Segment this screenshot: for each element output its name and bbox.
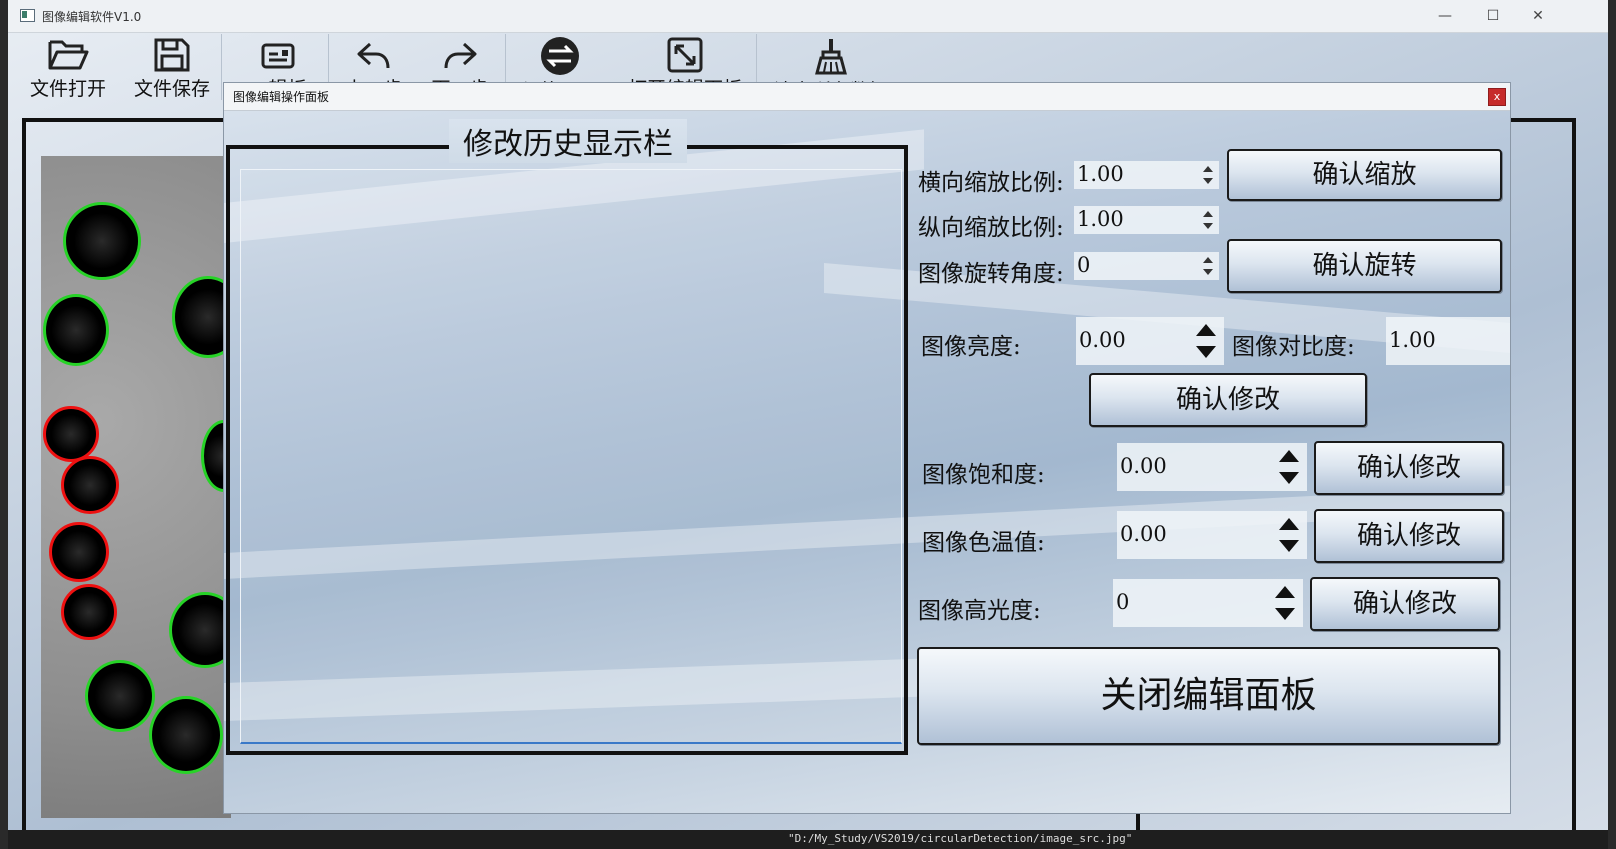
arrow-up-icon[interactable] [1279, 518, 1299, 530]
detected-circle-green [63, 202, 141, 280]
brightness-stepper[interactable] [1188, 317, 1224, 365]
swap-icon [541, 37, 579, 75]
confirm-rotate-button[interactable]: 确认旋转 [1227, 239, 1502, 293]
v-scale-label: 纵向缩放比例: [918, 215, 1064, 241]
rotate-stepper[interactable] [1197, 252, 1219, 280]
undo-icon [357, 42, 390, 69]
arrow-down-icon[interactable] [1279, 472, 1299, 484]
background-right-strip [1608, 0, 1616, 849]
close-edit-panel-button[interactable]: 关闭编辑面板 [917, 647, 1500, 745]
resize-icon [667, 37, 703, 73]
arrow-down-icon[interactable] [1279, 540, 1299, 552]
minimize-button[interactable]: — [1430, 4, 1460, 28]
redo-icon [444, 42, 477, 69]
arrow-up-icon[interactable] [1203, 166, 1213, 172]
detected-circle-green [43, 294, 109, 366]
detected-circle-green [85, 660, 155, 732]
detected-circle-red [49, 522, 109, 582]
detected-circle-green [149, 696, 223, 774]
close-window-button[interactable]: ✕ [1523, 4, 1553, 28]
detected-circle-red [61, 584, 117, 640]
arrow-up-icon[interactable] [1279, 450, 1299, 462]
brightness-label: 图像亮度: [921, 334, 1021, 360]
status-bar: "D:/My_Study/VS2019/circularDetection/im… [8, 830, 1608, 849]
dialog-title-bar: 图像编辑操作面板 x [224, 83, 1510, 111]
h-scale-label: 横向缩放比例: [918, 170, 1064, 196]
highlight-stepper[interactable] [1267, 579, 1303, 627]
folder-open-icon [48, 40, 89, 70]
highlight-label: 图像高光度: [918, 598, 1041, 624]
file-open-button[interactable]: 文件打开 [20, 32, 116, 100]
window-title: 图像编辑软件V1.0 [42, 10, 142, 24]
confirm-temperature-button[interactable]: 确认修改 [1314, 509, 1504, 563]
arrow-down-icon[interactable] [1275, 608, 1295, 620]
arrow-up-icon[interactable] [1203, 257, 1213, 263]
arrow-down-icon[interactable] [1203, 269, 1213, 275]
edit-panel-dialog: 图像编辑操作面板 x 修改历史显示栏 横向缩放比例: 1.00 确认缩放 纵向缩… [223, 82, 1511, 814]
history-title: 修改历史显示栏 [449, 119, 687, 163]
contrast-value: 1.00 [1389, 328, 1436, 352]
temperature-stepper[interactable] [1271, 511, 1307, 559]
saturation-stepper[interactable] [1271, 443, 1307, 491]
arrow-down-icon[interactable] [1196, 346, 1216, 358]
saturation-spinbox[interactable]: 0.00 [1117, 443, 1307, 491]
file-save-button[interactable]: 文件保存 [124, 32, 220, 100]
file-save-label: 文件保存 [133, 78, 210, 100]
saturation-value: 0.00 [1120, 454, 1167, 478]
contrast-spinbox[interactable]: 1.00 [1386, 317, 1510, 365]
brightness-spinbox[interactable]: 0.00 [1076, 317, 1224, 365]
arrow-down-icon[interactable] [1203, 178, 1213, 184]
temperature-value: 0.00 [1120, 522, 1167, 546]
arrow-up-icon[interactable] [1275, 586, 1295, 598]
highlight-spinbox[interactable]: 0 [1113, 579, 1303, 627]
confirm-saturation-button[interactable]: 确认修改 [1314, 441, 1504, 495]
main-window: 图像编辑软件V1.0 — ☐ ✕ 文件打开 文件保存 图像编辑操作面板 x 修改… [8, 0, 1608, 849]
image-canvas[interactable] [41, 156, 247, 818]
app-icon [20, 9, 35, 22]
broom-icon [815, 39, 847, 75]
temperature-spinbox[interactable]: 0.00 [1117, 511, 1307, 559]
h-scale-spinbox[interactable]: 1.00 [1074, 161, 1219, 189]
h-scale-value: 1.00 [1077, 162, 1124, 186]
status-file-path: "D:/My_Study/VS2019/circularDetection/im… [788, 832, 1133, 845]
rotate-value: 0 [1077, 253, 1091, 277]
dialog-close-button[interactable]: x [1488, 88, 1506, 106]
detected-circle-red [43, 406, 99, 462]
dialog-title: 图像编辑操作面板 [233, 90, 330, 104]
confirm-highlight-button[interactable]: 确认修改 [1310, 577, 1500, 631]
v-scale-stepper[interactable] [1197, 206, 1219, 234]
saturation-label: 图像饱和度: [922, 462, 1045, 488]
arrow-down-icon[interactable] [1203, 223, 1213, 229]
detected-circle-red [61, 456, 119, 514]
confirm-scale-button[interactable]: 确认缩放 [1227, 149, 1502, 201]
history-group-box [226, 145, 908, 755]
h-scale-stepper[interactable] [1197, 161, 1219, 189]
arrow-up-icon[interactable] [1203, 211, 1213, 217]
title-bar: 图像编辑软件V1.0 — ☐ ✕ [8, 0, 1608, 33]
v-scale-spinbox[interactable]: 1.00 [1074, 206, 1219, 234]
save-icon [154, 38, 190, 72]
rotate-spinbox[interactable]: 0 [1074, 252, 1219, 280]
history-list[interactable] [240, 169, 902, 744]
highlight-value: 0 [1116, 590, 1130, 614]
background-left-strip [0, 0, 8, 849]
v-scale-value: 1.00 [1077, 207, 1124, 231]
edit-card-icon [261, 43, 295, 69]
maximize-button[interactable]: ☐ [1478, 4, 1508, 28]
confirm-brightness-contrast-button[interactable]: 确认修改 [1089, 373, 1367, 427]
contrast-label: 图像对比度: [1232, 334, 1355, 360]
rotate-label: 图像旋转角度: [918, 261, 1064, 287]
temperature-label: 图像色温值: [922, 530, 1045, 556]
brightness-value: 0.00 [1079, 328, 1126, 352]
toolbar-separator [221, 34, 222, 100]
file-open-label: 文件打开 [29, 78, 106, 100]
arrow-up-icon[interactable] [1196, 324, 1216, 336]
